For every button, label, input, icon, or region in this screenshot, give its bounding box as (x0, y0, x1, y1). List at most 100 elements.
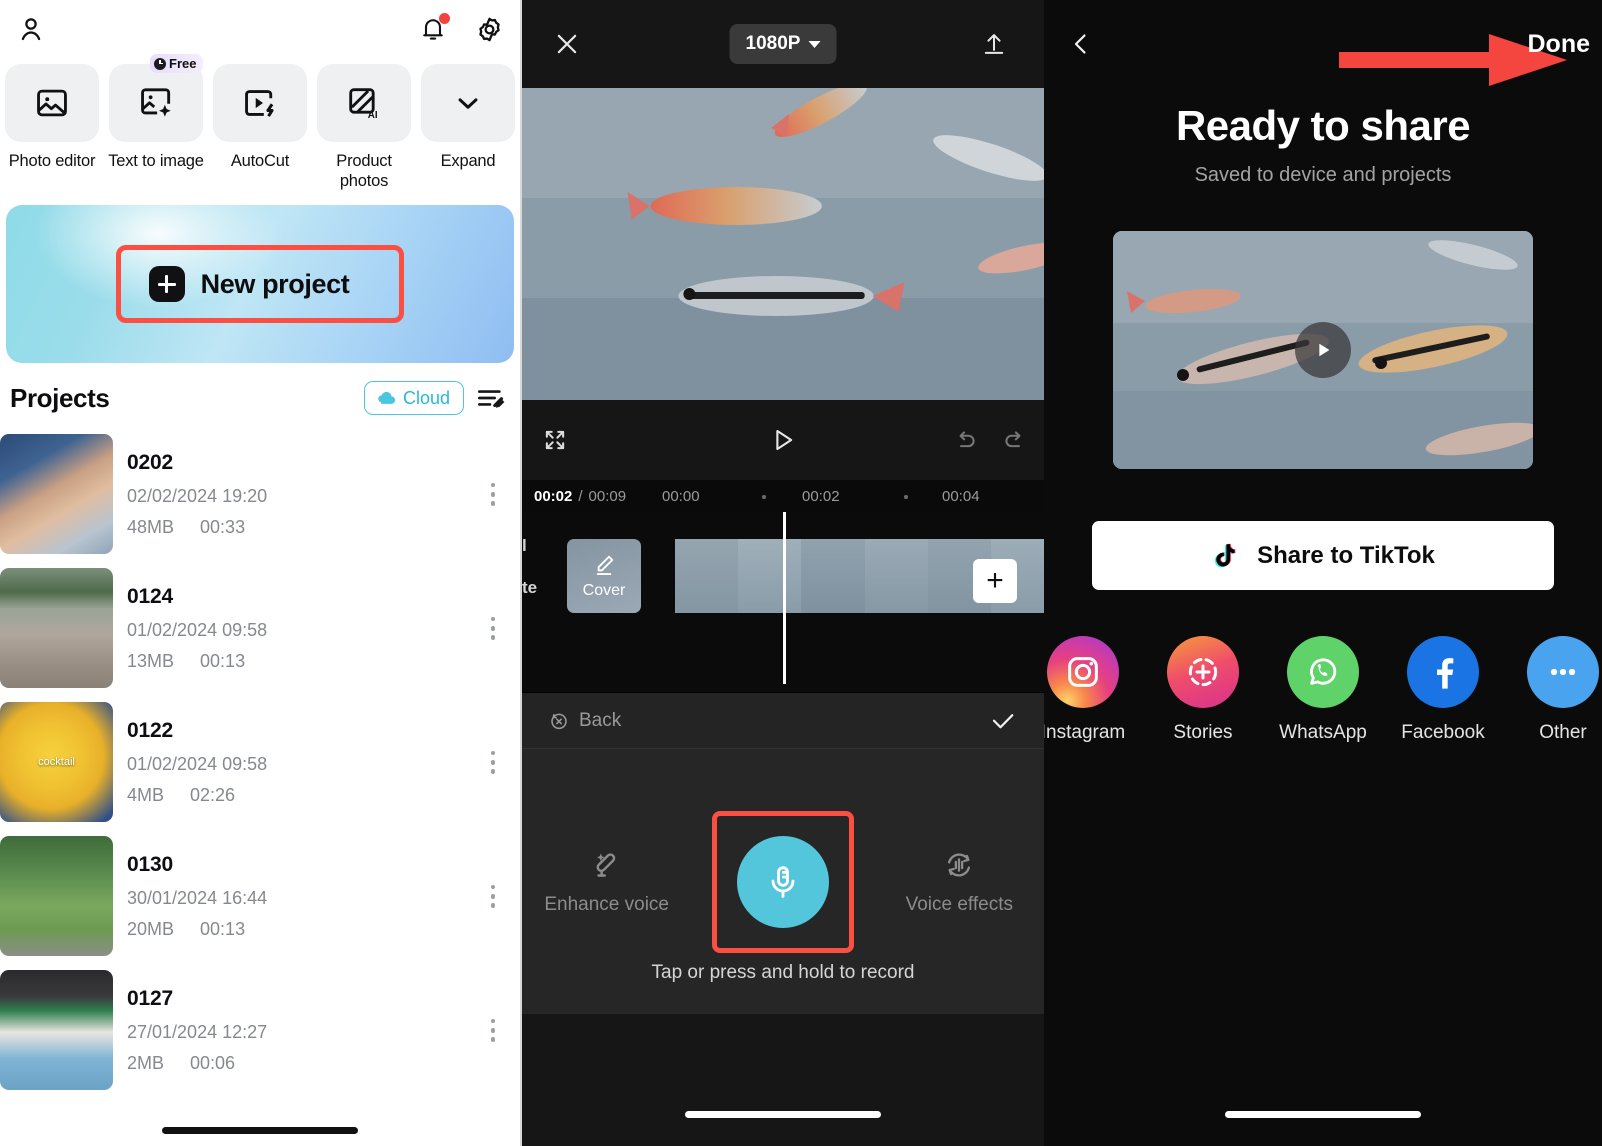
project-size: 13MB (127, 650, 175, 671)
project-meta: 48MB 00:33 (127, 517, 466, 538)
close-icon[interactable] (552, 29, 582, 59)
tool-autocut[interactable]: AutoCut (212, 64, 308, 191)
tool-expand-tile[interactable] (421, 64, 515, 142)
instagram-icon[interactable] (1047, 636, 1119, 708)
cloud-icon (378, 392, 396, 405)
tool-text-to-image-tile[interactable] (109, 64, 203, 142)
project-more-icon[interactable] (480, 1018, 506, 1042)
play-icon[interactable] (1295, 322, 1351, 378)
record-hint: Tap or press and hold to record (651, 962, 915, 983)
timeline-left-partial: l te (522, 536, 537, 598)
add-clip-button[interactable]: + (973, 559, 1017, 603)
project-name: 0202 (127, 450, 173, 474)
project-more-icon[interactable] (480, 616, 506, 640)
share-targets: Instagram Stories WhatsApp Facebook Othe… (1044, 636, 1602, 744)
timeline-frame (738, 539, 802, 613)
project-more-icon[interactable] (480, 884, 506, 908)
editor-back-bar: Back (522, 692, 1044, 748)
play-icon[interactable] (768, 425, 798, 455)
cover-label: Cover (582, 582, 626, 599)
share-to-tiktok-label: Share to TikTok (1257, 541, 1435, 569)
project-thumbnail[interactable]: cocktail (0, 702, 113, 823)
project-thumbnail[interactable] (0, 568, 113, 689)
record-button[interactable] (736, 835, 829, 928)
tool-text-to-image[interactable]: Free Text to image (108, 54, 204, 191)
redo-icon[interactable] (1001, 427, 1028, 454)
free-badge-label: Free (169, 56, 197, 71)
facebook-icon[interactable] (1407, 636, 1479, 708)
table-row[interactable]: cocktail 0122 01/02/2024 09:58 4MB 02:26 (0, 695, 520, 829)
check-icon[interactable] (988, 706, 1018, 736)
cloud-button[interactable]: Cloud (363, 381, 464, 416)
cloud-label: Cloud (402, 387, 450, 408)
project-thumbnail[interactable] (0, 434, 113, 555)
table-row[interactable]: 0124 01/02/2024 09:58 13MB 00:13 (0, 561, 520, 695)
ruler-tick-dot (762, 495, 766, 499)
ruler-tick-label: 00:02 (802, 487, 840, 505)
project-more-icon[interactable] (480, 482, 506, 506)
list-edit-icon[interactable] (474, 382, 506, 414)
timeline-playhead[interactable] (783, 512, 786, 684)
fullscreen-icon[interactable] (542, 427, 568, 453)
project-duration: 00:06 (190, 1052, 236, 1073)
undo-icon[interactable] (952, 427, 979, 454)
table-row[interactable]: 0127 27/01/2024 12:27 2MB 00:06 (0, 963, 520, 1097)
share-target-whatsapp[interactable]: WhatsApp (1279, 636, 1367, 744)
project-info: 0122 01/02/2024 09:58 4MB 02:26 (127, 719, 466, 806)
share-video-preview[interactable] (1113, 231, 1533, 469)
project-meta: 4MB 02:26 (127, 785, 466, 806)
editor-timeline[interactable]: l te Cover + (522, 512, 1044, 692)
resolution-selector[interactable]: 1080P (729, 24, 837, 64)
project-duration: 00:13 (200, 918, 246, 939)
tool-product-photos-tile[interactable]: AI (317, 64, 411, 142)
share-target-stories[interactable]: Stories (1164, 636, 1242, 744)
project-thumbnail[interactable] (0, 970, 113, 1091)
projects-header: Projects Cloud (0, 363, 520, 427)
tool-product-photos-label: Product photos (336, 152, 392, 191)
share-target-other[interactable]: Other (1524, 636, 1602, 744)
project-duration: 02:26 (190, 784, 236, 805)
chevron-left-icon[interactable] (1066, 29, 1096, 59)
project-name: 0124 (127, 584, 173, 608)
project-info: 0130 30/01/2024 16:44 20MB 00:13 (127, 853, 466, 940)
share-target-label: WhatsApp (1279, 722, 1367, 743)
tool-product-photos[interactable]: AI Product photos (316, 64, 412, 191)
editor-video-preview[interactable] (522, 88, 1044, 400)
project-thumbnail[interactable] (0, 836, 113, 957)
tool-autocut-tile[interactable] (213, 64, 307, 142)
voice-effects-button[interactable]: Voice effects (875, 848, 1044, 916)
tool-expand[interactable]: Expand (420, 64, 516, 191)
project-more-icon[interactable] (480, 750, 506, 774)
cover-thumbnail-button[interactable]: Cover (567, 539, 641, 613)
notification-bell-icon[interactable] (419, 13, 450, 43)
tool-photo-editor[interactable]: Photo editor (4, 64, 100, 191)
settings-gear-icon[interactable] (475, 15, 504, 44)
whatsapp-icon[interactable] (1287, 636, 1359, 708)
profile-avatar[interactable] (16, 14, 46, 44)
export-upload-icon[interactable] (980, 30, 1008, 58)
project-info: 0202 02/02/2024 19:20 48MB 00:33 (127, 451, 466, 538)
share-to-tiktok-button[interactable]: Share to TikTok (1092, 521, 1554, 590)
timeline-ruler[interactable]: 00:02 / 00:09 00:00 00:02 00:04 (522, 480, 1044, 512)
table-row[interactable]: 0202 02/02/2024 19:20 48MB 00:33 (0, 427, 520, 561)
share-target-instagram[interactable]: Instagram (1044, 636, 1125, 744)
enhance-voice-button[interactable]: Enhance voice (522, 848, 691, 916)
table-row[interactable]: 0130 30/01/2024 16:44 20MB 00:13 (0, 829, 520, 963)
more-dots-icon[interactable] (1527, 636, 1599, 708)
undo-redo-group (952, 427, 1028, 454)
new-project-highlight[interactable]: New project (115, 245, 405, 324)
record-highlight[interactable] (711, 810, 854, 953)
timecode-display: 00:02 / 00:09 (522, 488, 626, 505)
share-target-facebook[interactable]: Facebook (1401, 636, 1485, 744)
project-size: 48MB (127, 516, 175, 537)
new-project-banner[interactable]: New project (6, 205, 514, 364)
back-button[interactable]: Back (548, 710, 621, 732)
timeline-frame (801, 539, 865, 613)
timeline-frame (864, 539, 928, 613)
page-title: Ready to share (1175, 102, 1471, 149)
share-target-label: Other (1539, 722, 1587, 743)
done-button[interactable]: Done (1528, 30, 1591, 59)
tool-photo-editor-tile[interactable] (5, 64, 99, 142)
free-badge: Free (150, 54, 204, 73)
stories-icon[interactable] (1167, 636, 1239, 708)
